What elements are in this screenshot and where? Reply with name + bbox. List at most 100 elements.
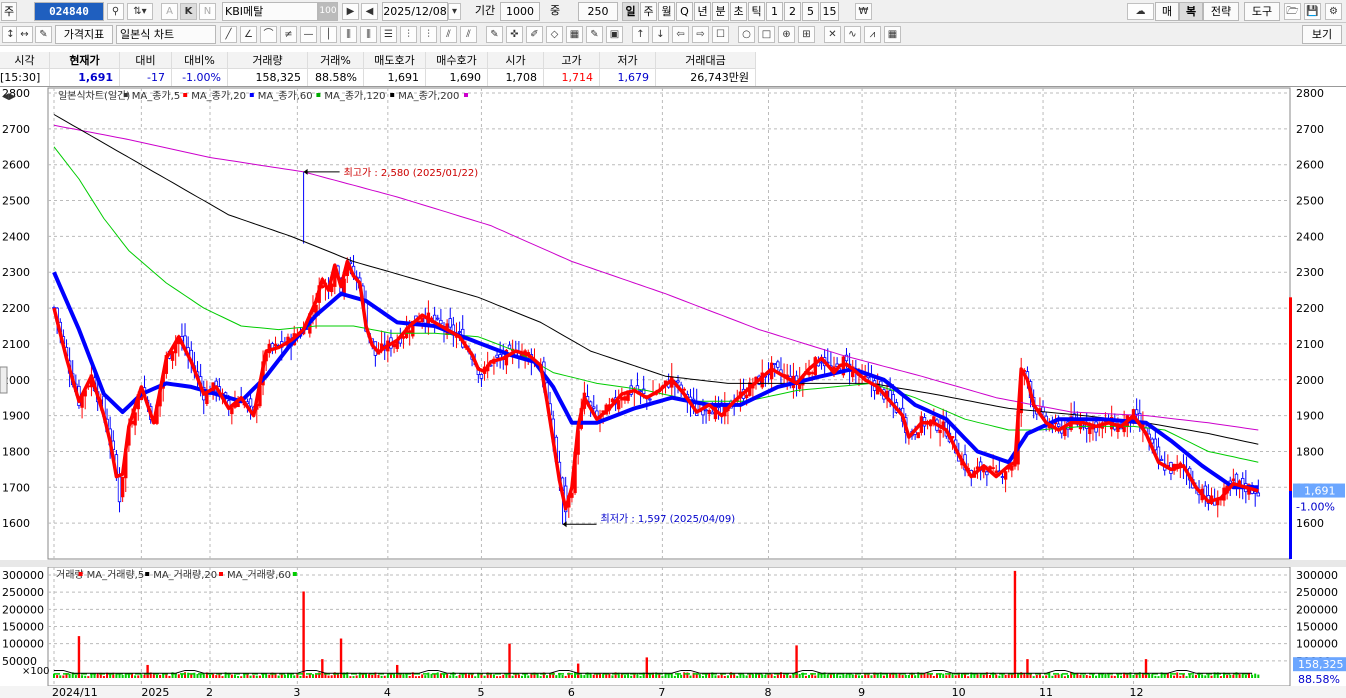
save-icon[interactable]: 💾 xyxy=(1304,3,1321,20)
volume-bar xyxy=(1210,675,1213,678)
draw-tool-icon-13[interactable]: ✎ xyxy=(486,26,503,43)
drawing-toolbar: ↕ ↔ ✎ 가격지표 일본식 차트 ╱ ∠ ⌒ ≠ — │ ⫼ ⫼ ☰ ⫶ ⫶ ⫽ ⫽ ✎ ✜ ✐ ◇ ▦ ✎ ▣ ↑ ↓… xyxy=(0,23,1346,46)
draw-tool-icon-10[interactable]: ⫶ xyxy=(420,26,437,43)
draw-tool-icon-8[interactable]: ☰ xyxy=(380,26,397,43)
volume-bar xyxy=(783,674,786,678)
quote-value-8: 1,708 xyxy=(488,69,544,86)
edit-icon[interactable]: ✎ xyxy=(35,26,52,43)
period-button-11[interactable]: 15 xyxy=(820,2,839,21)
price-legend-swatch xyxy=(183,93,188,97)
period-button-6[interactable]: 초 xyxy=(730,2,747,21)
draw-tool-icon-31[interactable]: ⩘ xyxy=(864,26,881,43)
draw-tool-icon-29[interactable]: ✕ xyxy=(824,26,841,43)
strategy-button[interactable]: 전략 xyxy=(1203,2,1239,21)
draw-tool-icon-18[interactable]: ✎ xyxy=(586,26,603,43)
price-tick-right: 2700 xyxy=(1296,123,1324,136)
draw-tool-icon-9[interactable]: ⫶ xyxy=(400,26,417,43)
period-button-0[interactable]: 일 xyxy=(622,2,639,21)
folder-icon[interactable]: 🗁 xyxy=(1284,3,1301,20)
sort-icon[interactable]: ⇅▾ xyxy=(127,3,153,20)
view-button[interactable]: 보기 xyxy=(1302,25,1342,44)
cloud-icon[interactable]: ☁ xyxy=(1127,3,1154,20)
draw-tool-icon-17[interactable]: ▦ xyxy=(566,26,583,43)
count-box[interactable]: 100 xyxy=(318,2,338,21)
draw-tool-icon-27[interactable]: ⊕ xyxy=(778,26,795,43)
x-tick-label: 2025 xyxy=(141,686,169,698)
period-button-9[interactable]: 2 xyxy=(784,2,801,21)
volume-bar xyxy=(393,673,396,678)
draw-tool-icon-0[interactable]: ╱ xyxy=(220,26,237,43)
calendar-dropdown-icon[interactable]: ▾ xyxy=(448,3,461,20)
chart-type-select[interactable]: 일본식 차트 xyxy=(116,25,216,44)
period-button-7[interactable]: 틱 xyxy=(748,2,765,21)
zoom-input[interactable]: 250 xyxy=(578,2,618,21)
volume-bar xyxy=(414,676,417,678)
draw-tool-icon-11[interactable]: ⫽ xyxy=(440,26,457,43)
period-button-10[interactable]: 5 xyxy=(802,2,819,21)
draw-tool-icon-20[interactable]: ↑ xyxy=(632,26,649,43)
current-volume-pct: 88.58% xyxy=(1298,673,1340,686)
won-icon[interactable]: ₩ xyxy=(855,3,872,20)
stock-code-input[interactable]: 024840 xyxy=(34,2,104,21)
volume-bar xyxy=(502,674,505,678)
tools-button[interactable]: 도구 xyxy=(1244,2,1280,21)
draw-tool-icon-19[interactable]: ▣ xyxy=(606,26,623,43)
draw-tool-icon-30[interactable]: ∿ xyxy=(844,26,861,43)
mode-selector[interactable]: 주 xyxy=(1,2,17,21)
settings-icon[interactable]: ⚙ xyxy=(1325,3,1342,20)
period-button-4[interactable]: 년 xyxy=(694,2,711,21)
period-button-3[interactable]: Q xyxy=(676,2,693,21)
price-tick-left: 2500 xyxy=(2,195,30,208)
horizontal-arrows-icon[interactable]: ↔ xyxy=(16,26,33,43)
draw-tool-icon-2[interactable]: ⌒ xyxy=(260,26,277,43)
price-index-button[interactable]: 가격지표 xyxy=(55,25,113,44)
draw-tool-icon-3[interactable]: ≠ xyxy=(280,26,297,43)
volume-bar xyxy=(81,675,84,678)
draw-tool-icon-12[interactable]: ⫽ xyxy=(460,26,477,43)
draw-tool-icon-26[interactable]: □ xyxy=(758,26,775,43)
draw-tool-icon-25[interactable]: ○ xyxy=(738,26,755,43)
period-button-1[interactable]: 주 xyxy=(640,2,657,21)
n-button[interactable]: N xyxy=(199,3,216,20)
search-icon[interactable]: ⚲ xyxy=(107,3,124,20)
draw-tool-icon-16[interactable]: ◇ xyxy=(546,26,563,43)
draw-tool-icon-24[interactable]: ☐ xyxy=(712,26,729,43)
toggle-single[interactable]: 매 xyxy=(1155,2,1179,21)
k-button[interactable]: K xyxy=(180,3,197,20)
chart-canvas[interactable]: 1600160017001700180018001900190020002000… xyxy=(0,87,1346,698)
draw-tool-icon-28[interactable]: ⊞ xyxy=(798,26,815,43)
date-input[interactable]: 2025/12/08 xyxy=(382,2,448,21)
draw-tool-icon-7[interactable]: ⫼ xyxy=(360,26,377,43)
period-button-5[interactable]: 분 xyxy=(712,2,729,21)
volume-bar xyxy=(876,674,879,678)
quote-header-1: 현재가 xyxy=(50,52,120,68)
period-input[interactable]: 1000 xyxy=(500,2,540,21)
draw-tool-icon-1[interactable]: ∠ xyxy=(240,26,257,43)
candle-body xyxy=(676,380,680,383)
period-button-2[interactable]: 월 xyxy=(658,2,675,21)
play-icon[interactable]: ▶ xyxy=(342,3,359,20)
volume-bar xyxy=(1229,674,1232,678)
quote-value-10: 1,679 xyxy=(600,69,656,86)
volume-bar xyxy=(1104,673,1107,678)
stock-chart[interactable]: 1600160017001700180018001900190020002000… xyxy=(0,87,1346,698)
volume-bar xyxy=(695,674,698,678)
draw-tool-icon-6[interactable]: ⫼ xyxy=(340,26,357,43)
draw-tool-icon-15[interactable]: ✐ xyxy=(526,26,543,43)
toggle-multi[interactable]: 복 xyxy=(1179,2,1203,21)
draw-tool-icon-4[interactable]: — xyxy=(300,26,317,43)
prev-stock-icon[interactable]: A xyxy=(161,3,178,20)
draw-tool-icon-22[interactable]: ⇦ xyxy=(672,26,689,43)
draw-tool-icon-5[interactable]: │ xyxy=(320,26,337,43)
back-icon[interactable]: ◀ xyxy=(361,3,378,20)
draw-tool-icon-23[interactable]: ⇨ xyxy=(692,26,709,43)
volume-bar xyxy=(761,674,764,678)
draw-tool-icon-21[interactable]: ↓ xyxy=(652,26,669,43)
draw-tool-icon-32[interactable]: ▦ xyxy=(884,26,901,43)
period-button-8[interactable]: 1 xyxy=(766,2,783,21)
volume-bar xyxy=(233,675,236,678)
candle-body xyxy=(273,343,278,347)
volume-bar xyxy=(742,674,745,678)
draw-tool-icon-14[interactable]: ✜ xyxy=(506,26,523,43)
volume-bar xyxy=(1126,674,1129,678)
